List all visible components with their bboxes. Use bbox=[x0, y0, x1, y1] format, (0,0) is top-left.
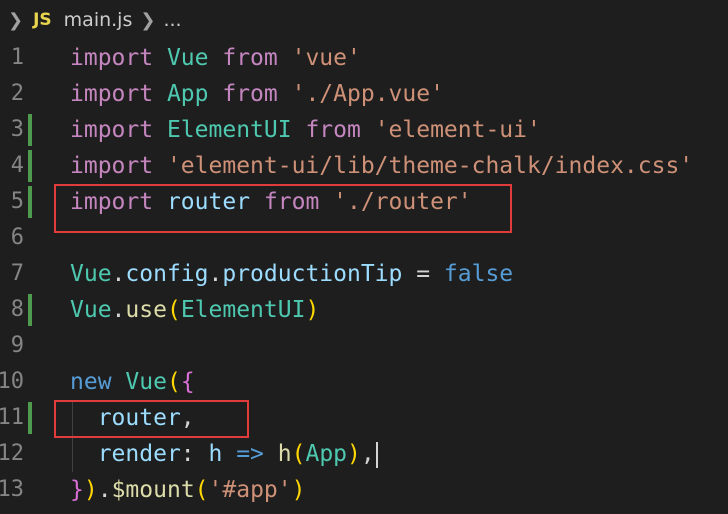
identifier-token: App bbox=[305, 441, 348, 467]
line-number: 10 bbox=[0, 369, 24, 394]
line-number: 4 bbox=[10, 153, 24, 178]
breadcrumb-more[interactable]: ... bbox=[163, 9, 181, 31]
code-line[interactable]: 10 new Vue({ bbox=[0, 364, 728, 400]
keyword-token: import bbox=[70, 153, 154, 179]
chevron-right-icon[interactable]: ❯ bbox=[8, 10, 23, 31]
bracket-token: ( bbox=[166, 297, 181, 323]
git-added-marker bbox=[28, 150, 32, 182]
string-token: 'element-ui' bbox=[374, 117, 541, 143]
git-added-marker bbox=[28, 186, 32, 218]
boolean-token: false bbox=[443, 261, 514, 287]
bracket-token: ( bbox=[194, 477, 209, 503]
bracket-token: ) bbox=[347, 441, 361, 467]
string-token: '#app' bbox=[208, 477, 292, 503]
property-token: config bbox=[125, 261, 209, 287]
identifier-token: ElementUI bbox=[166, 117, 292, 143]
operator-token: = bbox=[402, 261, 444, 287]
function-token: $mount bbox=[111, 477, 195, 503]
line-number: 13 bbox=[0, 477, 24, 502]
breadcrumb: ❯ JS main.js ❯ ... bbox=[0, 0, 728, 40]
identifier-token: Vue bbox=[166, 45, 209, 71]
bracket-token: { bbox=[180, 369, 195, 395]
arrow-token: => bbox=[222, 441, 278, 467]
property-token: render bbox=[97, 441, 181, 467]
annotation-box-import-router bbox=[54, 184, 512, 233]
line-number: 8 bbox=[10, 297, 24, 322]
code-line[interactable]: 13 }).$mount('#app') bbox=[0, 472, 728, 508]
parameter-token: h bbox=[208, 441, 223, 467]
punctuation-token: . bbox=[111, 261, 126, 287]
keyword-token: from bbox=[222, 45, 278, 71]
function-token: h bbox=[277, 441, 292, 467]
bracket-token: } bbox=[70, 477, 84, 503]
keyword-token: import bbox=[70, 81, 154, 107]
text-cursor bbox=[375, 441, 378, 468]
bracket-token: ) bbox=[291, 477, 306, 503]
string-token: './App.vue' bbox=[291, 81, 444, 107]
git-added-marker bbox=[28, 114, 32, 146]
line-number: 7 bbox=[10, 261, 24, 286]
code-line[interactable]: 9 bbox=[0, 328, 728, 364]
code-line[interactable]: 1 import Vue from 'vue' bbox=[0, 40, 728, 76]
keyword-token: from bbox=[222, 81, 278, 107]
code-line[interactable]: 8 Vue.use(ElementUI) bbox=[0, 292, 728, 328]
identifier-token: App bbox=[166, 81, 209, 107]
line-number: 3 bbox=[10, 117, 24, 142]
string-token: 'element-ui/lib/theme-chalk/index.css' bbox=[166, 153, 694, 179]
punctuation-token: . bbox=[97, 477, 112, 503]
property-token: productionTip bbox=[222, 261, 403, 287]
string-token: 'vue' bbox=[291, 45, 361, 71]
line-number: 12 bbox=[0, 441, 24, 466]
bracket-token: ( bbox=[291, 441, 306, 467]
identifier-token: ElementUI bbox=[180, 297, 306, 323]
function-token: use bbox=[125, 297, 167, 323]
punctuation-token: , bbox=[360, 441, 375, 467]
line-number: 2 bbox=[10, 81, 24, 106]
line-number: 11 bbox=[0, 405, 24, 430]
bracket-token: ( bbox=[166, 369, 181, 395]
git-added-marker bbox=[28, 294, 32, 326]
keyword-token: import bbox=[70, 45, 154, 71]
punctuation-token: . bbox=[111, 297, 126, 323]
code-line[interactable]: 2 import App from './App.vue' bbox=[0, 76, 728, 112]
code-line[interactable]: 3 import ElementUI from 'element-ui' bbox=[0, 112, 728, 148]
line-number: 1 bbox=[10, 45, 24, 70]
git-added-marker bbox=[28, 402, 32, 434]
bracket-token: ) bbox=[83, 477, 98, 503]
identifier-token: Vue bbox=[70, 297, 112, 323]
line-number: 9 bbox=[10, 333, 24, 358]
punctuation-token: : bbox=[180, 441, 209, 467]
chevron-right-icon: ❯ bbox=[140, 9, 156, 31]
code-line[interactable]: 7 Vue.config.productionTip = false bbox=[0, 256, 728, 292]
line-number: 6 bbox=[10, 225, 24, 250]
keyword-token: from bbox=[305, 117, 361, 143]
keyword-token: new bbox=[70, 369, 112, 395]
identifier-token: Vue bbox=[125, 369, 167, 395]
javascript-file-icon: JS bbox=[33, 10, 52, 30]
identifier-token: Vue bbox=[70, 261, 112, 287]
keyword-token: import bbox=[70, 117, 154, 143]
annotation-box-router-option bbox=[54, 400, 249, 438]
code-editor[interactable]: ❯ JS main.js ❯ ... 1 import Vue from 'vu… bbox=[0, 0, 728, 514]
punctuation-token: . bbox=[208, 261, 223, 287]
line-number: 5 bbox=[10, 189, 24, 214]
bracket-token: ) bbox=[305, 297, 320, 323]
breadcrumb-file-name[interactable]: main.js bbox=[64, 9, 133, 31]
code-line[interactable]: 12 render: h => h(App), bbox=[0, 436, 728, 472]
code-line[interactable]: 4 import 'element-ui/lib/theme-chalk/ind… bbox=[0, 148, 728, 184]
